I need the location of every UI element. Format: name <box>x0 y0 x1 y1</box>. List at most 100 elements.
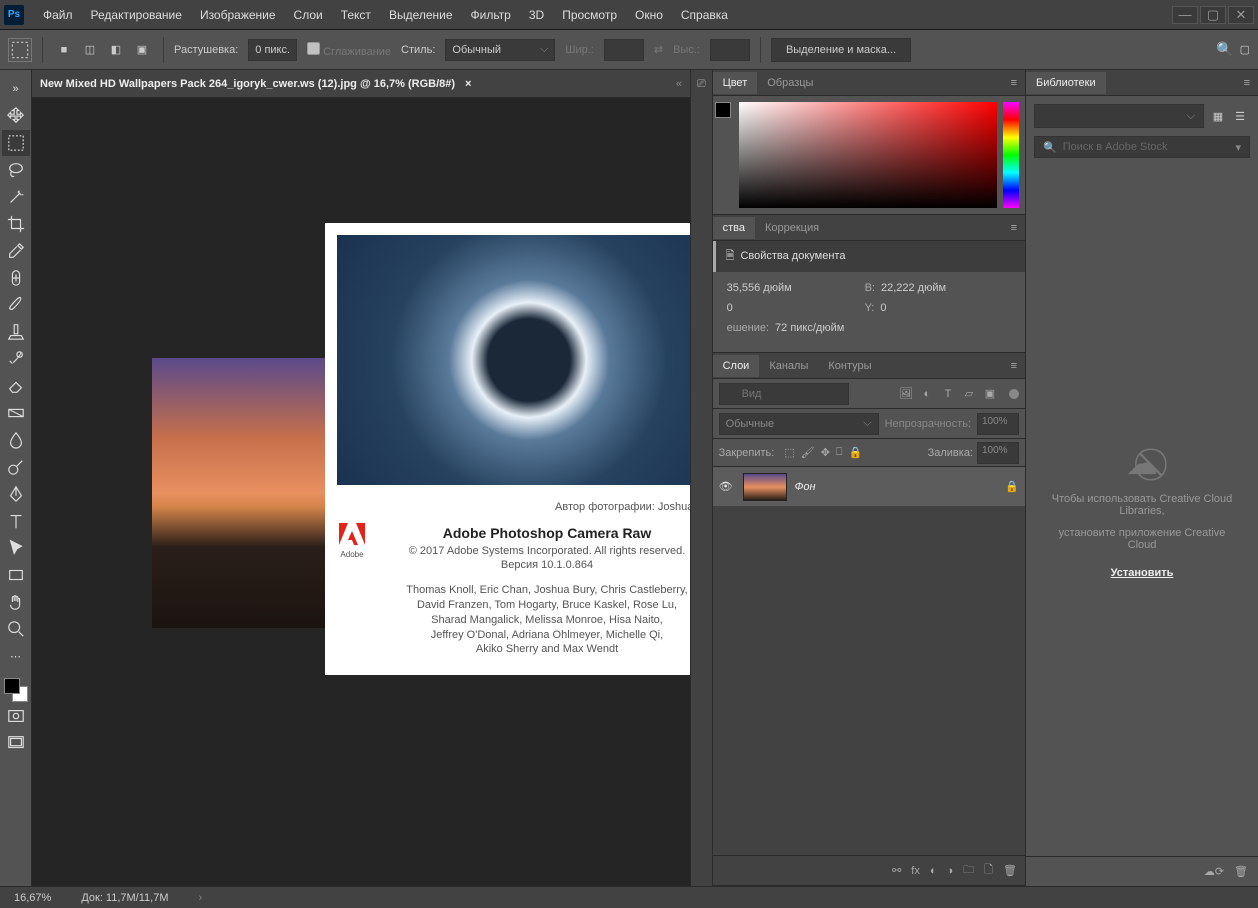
menu-window[interactable]: Окно <box>626 2 672 28</box>
sel-intersect-icon[interactable]: ▣ <box>131 39 153 61</box>
tab-adjustments[interactable]: Коррекция <box>755 217 829 239</box>
menu-3d[interactable]: 3D <box>520 2 553 28</box>
filter-toggle[interactable] <box>1009 389 1019 399</box>
layers-empty-area[interactable] <box>713 507 1025 855</box>
collapsed-panel-icon[interactable]: ⎚ <box>697 78 706 91</box>
menu-select[interactable]: Выделение <box>380 2 462 28</box>
layer-thumbnail[interactable] <box>743 473 787 501</box>
menu-view[interactable]: Просмотр <box>553 2 626 28</box>
lock-artboard-icon[interactable]: ⎕ <box>836 446 843 459</box>
lock-pixels-icon[interactable]: ⬚ <box>784 446 794 459</box>
document-tab[interactable]: New Mixed HD Wallpapers Pack 264_igoryk_… <box>40 78 471 90</box>
layer-row[interactable]: 👁 Фон 🔒 <box>713 467 1025 507</box>
new-group-icon[interactable]: 🗀 <box>963 861 974 880</box>
tabs-collapse-icon[interactable]: « <box>676 78 682 90</box>
color-field[interactable] <box>739 102 997 208</box>
lock-position-icon[interactable]: ✥ <box>821 446 830 459</box>
shape-tool[interactable] <box>2 562 30 588</box>
layer-fx-icon[interactable]: fx <box>911 865 920 877</box>
layer-lock-icon[interactable]: 🔒 <box>1005 480 1019 493</box>
new-layer-icon[interactable]: 🗋 <box>984 861 993 880</box>
menu-help[interactable]: Справка <box>672 2 737 28</box>
eraser-tool[interactable] <box>2 373 30 399</box>
menu-file[interactable]: Файл <box>34 2 82 28</box>
menu-layers[interactable]: Слои <box>285 2 332 28</box>
lib-trash-icon[interactable]: 🗑 <box>1234 865 1248 878</box>
about-dialog[interactable]: Автор фотографии: Joshua Bury Adobe Adob… <box>325 223 690 675</box>
panel-menu-icon[interactable]: ≡ <box>1003 218 1025 238</box>
brush-tool[interactable] <box>2 292 30 318</box>
layer-mask-icon[interactable]: ◐ <box>930 865 937 877</box>
select-and-mask-button[interactable]: Выделение и маска... <box>771 38 911 62</box>
menu-filter[interactable]: Фильтр <box>462 2 520 28</box>
list-view-icon[interactable]: ☰ <box>1230 106 1250 126</box>
canvas[interactable]: Автор фотографии: Joshua Bury Adobe Adob… <box>32 98 690 886</box>
lock-all-icon[interactable]: 🔒 <box>849 446 863 459</box>
maximize-button[interactable]: ▢ <box>1200 6 1226 24</box>
hue-slider[interactable] <box>1003 102 1019 208</box>
healing-brush-tool[interactable] <box>2 265 30 291</box>
install-link[interactable]: Установить <box>1111 567 1174 579</box>
filter-text-icon[interactable]: T <box>939 385 957 403</box>
filter-adjust-icon[interactable]: ◐ <box>918 385 936 403</box>
zoom-level[interactable]: 16,67% <box>14 892 51 904</box>
library-search[interactable]: 🔍 Поиск в Adobe Stock <box>1034 136 1250 158</box>
path-select-tool[interactable] <box>2 535 30 561</box>
library-select[interactable]: ⌵ <box>1034 104 1204 128</box>
panel-menu-icon[interactable]: ≡ <box>1003 356 1025 376</box>
lock-brush-icon[interactable]: 🖌 <box>801 446 815 459</box>
quick-mask-icon[interactable] <box>2 703 30 729</box>
eyedropper-tool[interactable] <box>2 238 30 264</box>
layer-name[interactable]: Фон <box>795 481 998 493</box>
menu-image[interactable]: Изображение <box>191 2 285 28</box>
doc-size[interactable]: Док: 11,7M/11,7M <box>81 892 168 904</box>
new-adjustment-icon[interactable]: ◑ <box>947 865 954 877</box>
color-fg-swatch[interactable] <box>715 102 731 118</box>
magic-wand-tool[interactable] <box>2 184 30 210</box>
filter-image-icon[interactable]: 🖼 <box>897 385 915 403</box>
dodge-tool[interactable] <box>2 454 30 480</box>
marquee-tool[interactable] <box>2 130 30 156</box>
clone-stamp-tool[interactable] <box>2 319 30 345</box>
gradient-tool[interactable] <box>2 400 30 426</box>
lasso-tool[interactable] <box>2 157 30 183</box>
filter-smart-icon[interactable]: ▣ <box>981 385 999 403</box>
delete-layer-icon[interactable]: 🗑 <box>1003 864 1017 877</box>
tab-paths[interactable]: Контуры <box>818 355 881 377</box>
tab-swatches[interactable]: Образцы <box>757 72 823 94</box>
layer-search-input[interactable] <box>719 383 849 405</box>
tab-channels[interactable]: Каналы <box>759 355 818 377</box>
screen-mode-icon[interactable] <box>2 730 30 756</box>
collapse-arrows-icon[interactable]: » <box>2 76 30 102</box>
close-button[interactable]: ✕ <box>1228 6 1254 24</box>
search-icon[interactable]: 🔍 <box>1216 41 1233 58</box>
hand-tool[interactable] <box>2 589 30 615</box>
panel-menu-icon[interactable]: ≡ <box>1003 73 1025 93</box>
close-tab-icon[interactable]: × <box>465 78 471 90</box>
tab-properties[interactable]: ства <box>713 217 755 239</box>
status-arrow-icon[interactable]: › <box>199 892 203 904</box>
filter-shape-icon[interactable]: ▱ <box>960 385 978 403</box>
panel-menu-icon[interactable]: ≡ <box>1236 73 1258 93</box>
cloud-sync-icon[interactable]: ☁⟳ <box>1204 865 1224 878</box>
menu-edit[interactable]: Редактирование <box>82 2 191 28</box>
minimize-button[interactable]: — <box>1172 6 1198 24</box>
foreground-swatch[interactable] <box>4 678 20 694</box>
sel-new-icon[interactable]: ■ <box>53 39 75 61</box>
link-layers-icon[interactable]: ⚯ <box>892 864 901 877</box>
tool-preset-icon[interactable] <box>8 38 32 62</box>
frame-icon[interactable]: ▢ <box>1240 43 1250 56</box>
tab-color[interactable]: Цвет <box>713 72 758 94</box>
color-swatch[interactable] <box>4 678 28 702</box>
feather-field[interactable]: 0 пикс. <box>248 39 297 61</box>
visibility-eye-icon[interactable]: 👁 <box>719 480 735 493</box>
edit-toolbar-icon[interactable]: ⋯ <box>2 643 30 669</box>
pen-tool[interactable] <box>2 481 30 507</box>
sel-subtract-icon[interactable]: ◧ <box>105 39 127 61</box>
history-brush-tool[interactable] <box>2 346 30 372</box>
tab-layers[interactable]: Слои <box>713 355 760 377</box>
text-tool[interactable] <box>2 508 30 534</box>
menu-type[interactable]: Текст <box>332 2 380 28</box>
sel-add-icon[interactable]: ◫ <box>79 39 101 61</box>
move-tool[interactable] <box>2 103 30 129</box>
